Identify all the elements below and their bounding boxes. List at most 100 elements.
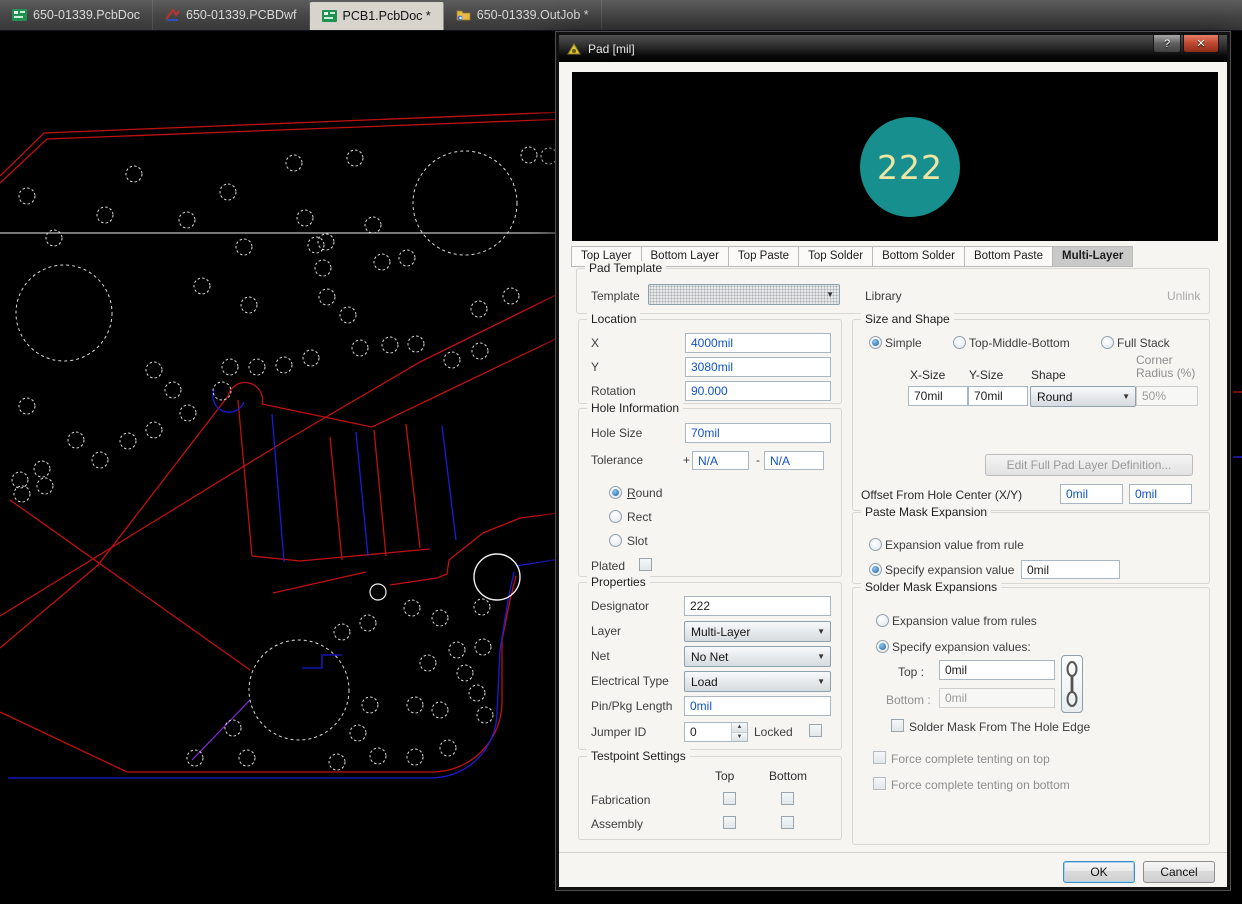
x-label: X [591, 336, 600, 350]
hole-shape-round-radio[interactable] [609, 486, 622, 499]
tolerance-label: Tolerance [591, 453, 644, 467]
template-label: Template [591, 289, 640, 303]
y-label: Y [591, 360, 600, 374]
document-tab-pcbdoc[interactable]: 650-01339.PcbDoc [0, 0, 154, 30]
edge-trace-blue [1233, 456, 1242, 458]
corner-radius-header: Corner Radius (%) [1136, 353, 1196, 380]
hole-information-group: Hole Information Hole Size 70mil Toleran… [578, 401, 842, 577]
pcb-canvas[interactable] [0, 0, 566, 904]
tolerance-minus-field[interactable]: N/A [764, 451, 824, 470]
dialog-titlebar[interactable]: Pad [mil] ? ✕ [559, 35, 1227, 62]
electrical-type-value: Load [691, 674, 718, 689]
force-tenting-bottom-checkbox[interactable] [873, 777, 886, 790]
net-select[interactable]: No Net ▼ [684, 646, 831, 667]
unlink-link[interactable]: Unlink [1167, 289, 1200, 303]
tab-label: PCB1.PcbDoc * [342, 9, 431, 23]
layer-select-value: Multi-Layer [691, 624, 751, 639]
shape-select[interactable]: Round ▼ [1030, 386, 1136, 407]
offset-y-field[interactable]: 0mil [1129, 484, 1192, 504]
plated-checkbox[interactable] [639, 558, 652, 571]
tab-label: 650-01339.PCBDwf [186, 8, 297, 22]
assembly-bottom-checkbox[interactable] [781, 816, 794, 829]
spin-down-icon[interactable]: ▼ [732, 732, 747, 741]
fabrication-top-checkbox[interactable] [723, 792, 736, 805]
mode-full-stack-radio[interactable] [1101, 336, 1114, 349]
group-caption: Location [587, 312, 641, 326]
net-select-value: No Net [691, 649, 729, 664]
pin-pkg-field[interactable]: 0mil [684, 696, 831, 716]
layer-tab-top-paste[interactable]: Top Paste [727, 246, 799, 267]
hole-size-label: Hole Size [591, 426, 643, 440]
jumper-id-stepper[interactable]: 0 ▲ ▼ [684, 722, 748, 742]
solder-from-rules-radio[interactable] [876, 614, 889, 627]
solder-top-field[interactable]: 0mil [939, 660, 1055, 680]
help-button[interactable]: ? [1153, 35, 1181, 53]
layer-tab-bottom-solder[interactable]: Bottom Solder [872, 246, 964, 267]
corner-radius-field: 50% [1136, 386, 1198, 406]
link-values-button[interactable] [1061, 655, 1083, 713]
assembly-top-checkbox[interactable] [723, 816, 736, 829]
testpoint-group: Testpoint Settings Top Bottom Fabricatio… [578, 749, 842, 840]
layer-select[interactable]: Multi-Layer ▼ [684, 621, 831, 642]
hole-size-field[interactable]: 70mil [685, 423, 831, 443]
pad-dialog: Pad [mil] ? ✕ 222 Top Layer Bottom Layer… [555, 31, 1231, 891]
document-tab-outjob[interactable]: 650-01339.OutJob * [444, 0, 602, 30]
pad-designator-text: 222 [877, 147, 943, 187]
template-select[interactable]: ▼ [648, 284, 840, 305]
xsize-field[interactable]: 70mil [908, 386, 968, 406]
designator-field[interactable]: 222 [684, 596, 831, 616]
offset-x-field[interactable]: 0mil [1060, 484, 1123, 504]
paste-from-rule-radio[interactable] [869, 538, 882, 551]
group-caption: Paste Mask Expansion [861, 505, 992, 519]
solder-from-rules-label: Expansion value from rules [892, 614, 1037, 628]
layer-tab-top-solder[interactable]: Top Solder [798, 246, 873, 267]
dropdown-arrow-icon: ▼ [826, 290, 834, 299]
cancel-button[interactable]: Cancel [1143, 861, 1215, 883]
pcb-document-icon [12, 9, 27, 21]
close-button[interactable]: ✕ [1183, 35, 1219, 53]
footer-separator [559, 852, 1227, 853]
solder-mask-hole-edge-checkbox[interactable] [891, 719, 904, 732]
rotation-field[interactable]: 90.000 [685, 381, 831, 401]
pad-icon [566, 42, 582, 56]
layer-tab-multi-layer[interactable]: Multi-Layer [1051, 246, 1134, 267]
electrical-type-select[interactable]: Load ▼ [684, 671, 831, 692]
properties-group: Properties Designator 222 Layer Multi-La… [578, 575, 842, 750]
ok-button[interactable]: OK [1063, 861, 1135, 883]
solder-specify-label: Specify expansion values: [892, 640, 1031, 654]
offset-label: Offset From Hole Center (X/Y) [861, 488, 1023, 502]
hole-shape-slot-radio[interactable] [609, 534, 622, 547]
dropdown-arrow-icon: ▼ [817, 652, 825, 661]
y-field[interactable]: 3080mil [685, 357, 831, 377]
ysize-field[interactable]: 70mil [968, 386, 1028, 406]
mode-top-middle-bottom-radio[interactable] [953, 336, 966, 349]
paste-from-rule-label: Expansion value from rule [885, 538, 1024, 552]
document-tab-pcbdwf[interactable]: 650-01339.PCBDwf [153, 0, 310, 30]
testpoint-bottom-header: Bottom [769, 769, 808, 783]
tolerance-minus-sign: - [756, 453, 760, 467]
solder-bottom-field: 0mil [939, 688, 1055, 708]
shape-select-value: Round [1037, 389, 1073, 404]
solder-specify-radio[interactable] [876, 640, 889, 653]
hole-shape-rect-radio[interactable] [609, 510, 622, 523]
document-tab-pcb1-active[interactable]: PCB1.PcbDoc * [309, 2, 444, 30]
group-caption: Properties [587, 575, 650, 589]
solder-mask-hole-edge-label: Solder Mask From The Hole Edge [909, 720, 1091, 734]
tolerance-plus-field[interactable]: N/A [692, 451, 749, 470]
paste-expansion-field[interactable]: 0mil [1021, 560, 1120, 579]
paste-specify-radio[interactable] [869, 563, 882, 576]
jumper-id-label: Jumper ID [591, 725, 647, 739]
xsize-header: X-Size [910, 368, 946, 382]
fabrication-bottom-checkbox[interactable] [781, 792, 794, 805]
mode-simple-radio[interactable] [869, 336, 882, 349]
locked-checkbox[interactable] [809, 724, 822, 737]
top-middle-bottom-label: Top-Middle-Bottom [969, 336, 1070, 350]
force-tenting-bottom-label: Force complete tenting on bottom [891, 778, 1070, 792]
spin-up-icon[interactable]: ▲ [732, 723, 747, 733]
dropdown-arrow-icon: ▼ [817, 677, 825, 686]
x-field[interactable]: 4000mil [685, 333, 831, 353]
shape-header: Shape [1031, 368, 1066, 382]
layer-tab-bottom-paste[interactable]: Bottom Paste [963, 246, 1052, 267]
size-shape-group: Size and Shape Simple Top-Middle-Bottom … [852, 312, 1210, 511]
force-tenting-top-checkbox[interactable] [873, 751, 886, 764]
